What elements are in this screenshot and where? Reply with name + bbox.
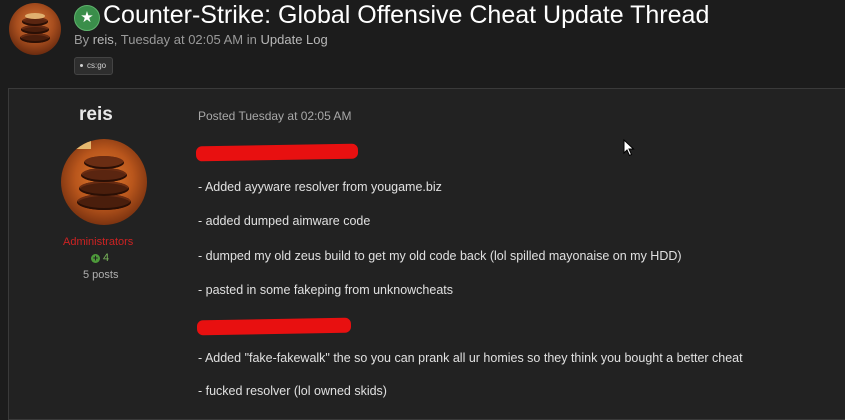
byline-author-link[interactable]: reis bbox=[93, 32, 114, 47]
byline-date: Tuesday at 02:05 AM bbox=[120, 32, 244, 47]
author-reputation: +4 bbox=[91, 252, 109, 264]
byline-forum-link[interactable]: Update Log bbox=[261, 32, 328, 47]
redaction-mark bbox=[196, 317, 352, 336]
featured-star-icon: ★ bbox=[74, 5, 100, 31]
post-date[interactable]: Posted Tuesday at 02:05 AM bbox=[198, 109, 351, 123]
thread-header: ★ Counter-Strike: Global Offensive Cheat… bbox=[0, 0, 845, 88]
redaction-mark bbox=[195, 143, 359, 162]
tag-label: cs:go bbox=[87, 61, 107, 70]
tag-dot-icon bbox=[80, 64, 83, 68]
post-line: - dumped my old zeus build to get my old… bbox=[198, 249, 682, 263]
tag-csgo[interactable]: cs:go bbox=[74, 57, 114, 75]
thread-starter-avatar[interactable] bbox=[9, 3, 61, 55]
post-author-avatar[interactable] bbox=[61, 139, 147, 225]
reputation-value: 4 bbox=[103, 252, 110, 264]
post-line: - fucked resolver (lol owned skids) bbox=[198, 384, 387, 398]
post-author-name[interactable]: reis bbox=[79, 104, 113, 126]
byline-comma: , bbox=[113, 32, 121, 47]
post-line: - pasted in some fakeping from unknowche… bbox=[198, 283, 453, 297]
byline-prefix: By bbox=[74, 32, 90, 47]
post-line: - Added "fake-fakewalk" the so you can p… bbox=[198, 351, 743, 365]
thread-byline: By reis, Tuesday at 02:05 AM in Update L… bbox=[74, 32, 328, 47]
byline-in: in bbox=[246, 32, 257, 47]
author-post-count: 5 posts bbox=[83, 269, 119, 281]
post-line: - added dumped aimware code bbox=[198, 214, 371, 228]
post-line: - Added ayyware resolver from yougame.bi… bbox=[198, 180, 442, 194]
thread-title: Counter-Strike: Global Offensive Cheat U… bbox=[103, 1, 710, 29]
post-container: reis Administrators +4 5 posts Posted Tu… bbox=[8, 88, 845, 420]
mouse-cursor-icon bbox=[623, 139, 635, 157]
reputation-plus-icon: + bbox=[91, 253, 100, 263]
author-role: Administrators bbox=[63, 236, 134, 248]
